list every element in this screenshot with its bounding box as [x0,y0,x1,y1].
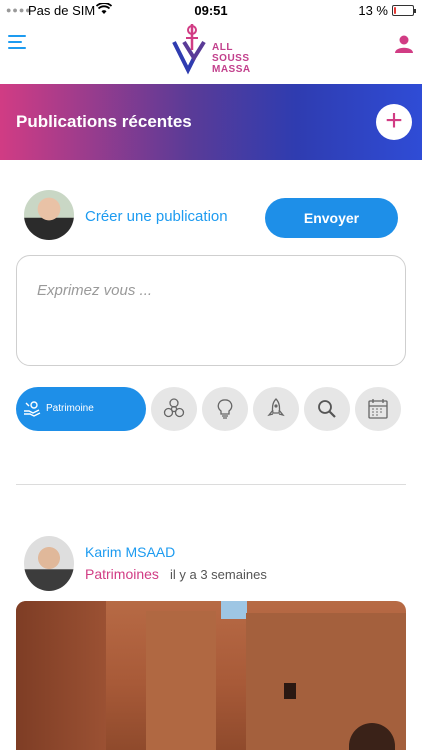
category-chip-innovation[interactable] [253,387,299,431]
post-category-tag[interactable]: Patrimoines [85,566,159,582]
image-window [284,683,296,699]
rocket-icon [267,398,285,417]
category-chip-label: Patrimoine [46,403,94,414]
image-wall-left [16,601,106,750]
status-bar: ●●●● Pas de SIM 09:51 13 % [0,0,422,22]
logo-line: MASSA [212,64,251,75]
create-publication-label[interactable]: Créer une publication [85,208,228,225]
category-chip-biohazard[interactable] [151,387,197,431]
user-profile-icon[interactable] [394,34,414,54]
battery-level [394,7,396,14]
category-chip-patrimoine[interactable]: Patrimoine [16,387,146,431]
post-author-avatar[interactable] [24,536,74,591]
lightbulb-icon [217,399,233,419]
category-chip-events[interactable] [355,387,401,431]
search-icon [318,400,336,418]
current-user-avatar [24,190,74,240]
logo-text: ALL SOUSS MASSA [212,42,251,75]
post-image[interactable] [16,601,406,750]
battery-icon [392,5,416,16]
heritage-hand-icon [22,399,42,419]
category-chip-search[interactable] [304,387,350,431]
section-title: Publications récentes [16,112,192,131]
section-banner: Publications récentes + [0,84,422,160]
top-navigation: ALL SOUSS MASSA [0,22,422,84]
send-button[interactable]: Envoyer [265,198,398,238]
logo-mark-icon [172,24,206,75]
app-logo: ALL SOUSS MASSA [170,20,260,80]
logo-line: ALL [212,42,233,53]
post-timestamp: il y a 3 semaines [170,567,267,582]
publication-placeholder: Exprimez vous ... [37,282,153,299]
calendar-icon [368,399,388,419]
hamburger-menu-icon[interactable] [8,32,28,52]
add-publication-button[interactable]: + [376,104,412,140]
category-chip-idea[interactable] [202,387,248,431]
publication-text-field[interactable]: Exprimez vous ... [16,255,406,366]
logo-line: SOUSS [212,53,250,64]
image-tower [146,611,216,750]
section-divider [16,484,406,485]
biohazard-icon [163,398,185,418]
image-sky [221,601,247,619]
post-author-name[interactable]: Karim MSAAD [85,544,175,560]
battery-percent: 13 % [358,3,388,18]
